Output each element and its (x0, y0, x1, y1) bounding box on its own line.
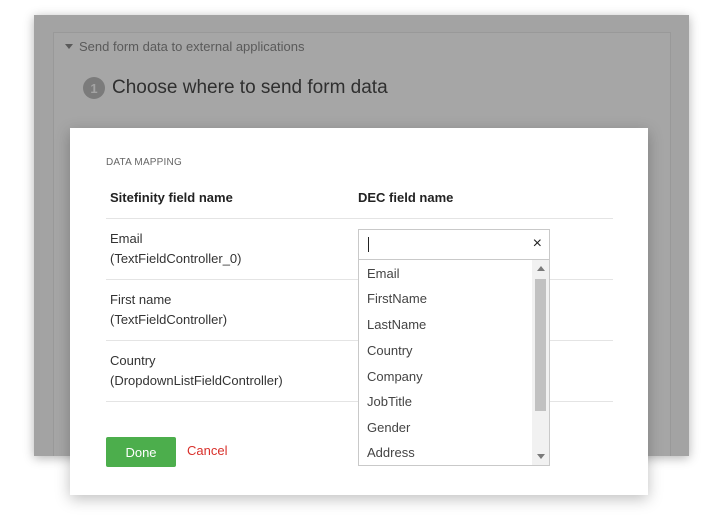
sitefinity-column-header: Sitefinity field name (110, 190, 233, 205)
dropdown-scrollbar[interactable] (532, 260, 549, 465)
dropdown-option-email[interactable]: Email (367, 266, 400, 281)
dec-field-dropdown-list[interactable]: Email FirstName LastName Country Company… (358, 260, 550, 466)
dropdown-option-jobtitle[interactable]: JobTitle (367, 394, 412, 409)
text-cursor (368, 237, 369, 252)
cancel-link[interactable]: Cancel (187, 443, 227, 458)
step-number-badge: 1 (83, 77, 105, 99)
scroll-down-arrow-icon[interactable] (537, 454, 545, 459)
clear-icon[interactable]: × (533, 235, 542, 253)
caret-down-icon (65, 44, 73, 49)
dropdown-option-lastname[interactable]: LastName (367, 317, 426, 332)
field-controller: (TextFieldController_0) (110, 251, 242, 266)
dec-field-combobox[interactable]: × (358, 229, 550, 260)
dropdown-option-firstname[interactable]: FirstName (367, 291, 427, 306)
field-row-country: Country (DropdownListFieldController) (110, 351, 283, 391)
section-toggle-label: Send form data to external applications (79, 39, 305, 54)
divider (106, 218, 613, 219)
field-label: Email (110, 231, 143, 246)
dropdown-option-company[interactable]: Company (367, 369, 423, 384)
data-mapping-dialog: DATA MAPPING Sitefinity field name DEC f… (70, 128, 648, 495)
field-controller: (DropdownListFieldController) (110, 373, 283, 388)
field-label: Country (110, 353, 156, 368)
field-controller: (TextFieldController) (110, 312, 228, 327)
scrollbar-thumb[interactable] (535, 279, 546, 411)
scroll-up-arrow-icon[interactable] (537, 266, 545, 271)
section-toggle[interactable]: Send form data to external applications (65, 39, 304, 54)
dec-column-header: DEC field name (358, 190, 454, 205)
dropdown-option-address[interactable]: Address (367, 445, 415, 460)
field-row-email: Email (TextFieldController_0) (110, 229, 242, 269)
data-mapping-label: DATA MAPPING (106, 157, 182, 168)
field-label: First name (110, 292, 172, 307)
step-title: Choose where to send form data (112, 77, 388, 98)
done-button[interactable]: Done (106, 437, 176, 467)
field-row-first-name: First name (TextFieldController) (110, 290, 227, 330)
step-header: 1 Choose where to send form data (83, 77, 388, 99)
dropdown-option-country[interactable]: Country (367, 343, 413, 358)
dropdown-option-gender[interactable]: Gender (367, 420, 410, 435)
